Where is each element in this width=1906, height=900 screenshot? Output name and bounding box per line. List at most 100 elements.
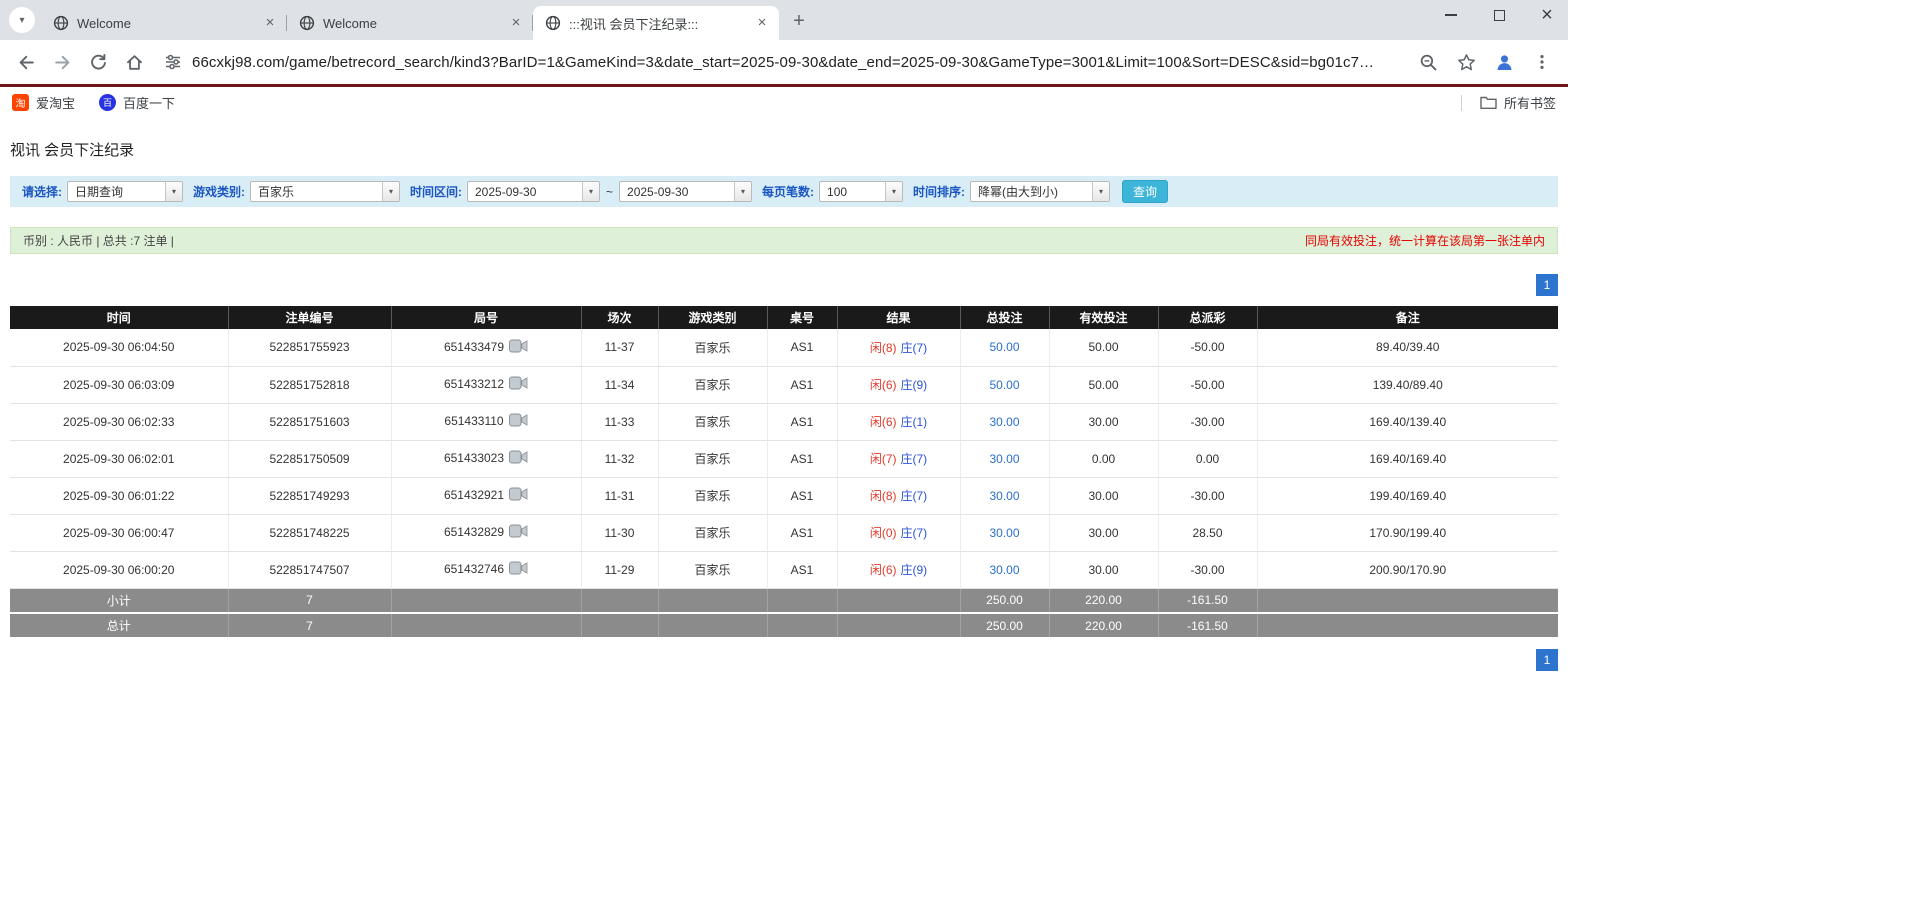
browser-menu-icon[interactable] — [1526, 46, 1558, 78]
cell-time: 2025-09-30 06:04:50 — [10, 329, 228, 366]
subtotal-valid-bet: 220.00 — [1049, 588, 1158, 613]
column-header-11: 备注 — [1257, 306, 1558, 329]
tab-bet-records[interactable]: :::视讯 会员下注纪录::: × — [533, 6, 779, 40]
home-button[interactable] — [118, 46, 150, 78]
cell-total-bet: 50.00 — [960, 329, 1049, 366]
total-bet-link[interactable]: 30.00 — [989, 415, 1019, 429]
cell-session: 11-34 — [581, 366, 658, 403]
zoom-icon[interactable] — [1412, 46, 1444, 78]
total-valid-bet: 220.00 — [1049, 613, 1158, 638]
result-player: 闲(6) — [870, 378, 897, 392]
cell-table-id: AS1 — [767, 514, 837, 551]
taobao-icon: 淘 — [12, 94, 29, 111]
new-tab-button[interactable]: + — [785, 7, 813, 35]
result-player: 闲(8) — [870, 489, 897, 503]
all-bookmarks-label: 所有书签 — [1504, 93, 1556, 112]
cell-game-type: 百家乐 — [658, 329, 767, 366]
video-replay-icon[interactable] — [509, 416, 528, 430]
cell-bet-id: 522851755923 — [228, 329, 391, 366]
cell-table-id: AS1 — [767, 477, 837, 514]
minimize-button[interactable] — [1442, 6, 1460, 24]
bookmarks-bar: 淘 爱淘宝 百 百度一下 所有书签 — [0, 87, 1568, 118]
page-1-button[interactable]: 1 — [1536, 649, 1558, 671]
cell-result: 闲(7)庄(7) — [837, 440, 960, 477]
video-replay-icon[interactable] — [509, 527, 528, 541]
total-count: 7 — [228, 613, 391, 638]
total-bet-link[interactable]: 30.00 — [989, 526, 1019, 540]
cell-round: 651433023 — [391, 440, 581, 477]
cell-total-bet: 30.00 — [960, 440, 1049, 477]
url-bar[interactable]: 66cxkj98.com/game/betrecord_search/kind3… — [154, 45, 1408, 79]
result-player: 闲(8) — [870, 341, 897, 355]
total-bet-link[interactable]: 30.00 — [989, 452, 1019, 466]
cell-session: 11-37 — [581, 329, 658, 366]
profile-avatar[interactable] — [1488, 46, 1520, 78]
tab-title: Welcome — [323, 16, 499, 31]
cell-game-type: 百家乐 — [658, 440, 767, 477]
cell-payout: -50.00 — [1158, 329, 1257, 366]
globe-icon — [545, 15, 561, 31]
site-settings-icon[interactable] — [164, 53, 182, 71]
page-size-select[interactable]: 100 ▾ — [819, 181, 903, 202]
chevron-down-icon: ▾ — [165, 182, 182, 201]
sort-order-select[interactable]: 降幂(由大到小) ▾ — [970, 181, 1110, 202]
total-bet-link[interactable]: 50.00 — [989, 340, 1019, 354]
result-player: 闲(7) — [870, 452, 897, 466]
cell-table-id: AS1 — [767, 403, 837, 440]
reload-button[interactable] — [82, 46, 114, 78]
close-window-button[interactable]: × — [1538, 6, 1556, 24]
video-replay-icon[interactable] — [509, 379, 528, 393]
result-banker: 庄(7) — [901, 489, 928, 503]
tab-close-icon[interactable]: × — [261, 14, 279, 32]
video-replay-icon[interactable] — [509, 490, 528, 504]
date-end-select[interactable]: 2025-09-30 ▾ — [619, 181, 752, 202]
cell-session: 11-33 — [581, 403, 658, 440]
cell-valid-bet: 50.00 — [1049, 329, 1158, 366]
video-replay-icon[interactable] — [509, 564, 528, 578]
tab-welcome-1[interactable]: Welcome × — [41, 6, 287, 40]
back-button[interactable] — [10, 46, 42, 78]
forward-button[interactable] — [46, 46, 78, 78]
total-bet-link[interactable]: 30.00 — [989, 563, 1019, 577]
tab-search-button[interactable]: ▾ — [9, 7, 35, 33]
maximize-button[interactable] — [1490, 6, 1508, 24]
cell-time: 2025-09-30 06:02:33 — [10, 403, 228, 440]
cell-payout: -50.00 — [1158, 366, 1257, 403]
page-1-button[interactable]: 1 — [1536, 274, 1558, 296]
toolbar-right-icons — [1412, 46, 1558, 78]
cell-valid-bet: 30.00 — [1049, 403, 1158, 440]
column-header-4: 场次 — [581, 306, 658, 329]
tab-welcome-2[interactable]: Welcome × — [287, 6, 533, 40]
column-header-7: 结果 — [837, 306, 960, 329]
bookmark-aitaobao[interactable]: 淘 爱淘宝 — [12, 93, 75, 112]
video-replay-icon[interactable] — [509, 453, 528, 467]
bookmark-baidu[interactable]: 百 百度一下 — [99, 93, 175, 112]
game-type-select[interactable]: 百家乐 ▾ — [250, 181, 400, 202]
cell-bet-id: 522851748225 — [228, 514, 391, 551]
tab-close-icon[interactable]: × — [507, 14, 525, 32]
table-row: 2025-09-30 06:01:22 522851749293 6514329… — [10, 477, 1558, 514]
total-bet-link[interactable]: 30.00 — [989, 489, 1019, 503]
url-text[interactable]: 66cxkj98.com/game/betrecord_search/kind3… — [192, 54, 1374, 71]
table-row: 2025-09-30 06:03:09 522851752818 6514332… — [10, 366, 1558, 403]
chevron-down-icon: ▾ — [382, 182, 399, 201]
column-header-5: 游戏类别 — [658, 306, 767, 329]
cell-table-id: AS1 — [767, 551, 837, 588]
date-start-select[interactable]: 2025-09-30 ▾ — [467, 181, 600, 202]
all-bookmarks-button[interactable]: 所有书签 — [1480, 93, 1556, 112]
query-type-select[interactable]: 日期查询 ▾ — [67, 181, 183, 202]
query-type-label: 请选择: — [22, 183, 62, 200]
tab-close-icon[interactable]: × — [753, 14, 771, 32]
result-banker: 庄(7) — [901, 341, 928, 355]
cell-round: 651432746 — [391, 551, 581, 588]
bet-records-table: 时间注单编号局号场次游戏类别桌号结果总投注有效投注总派彩备注 2025-09-3… — [10, 306, 1558, 639]
column-header-8: 总投注 — [960, 306, 1049, 329]
bookmark-label: 爱淘宝 — [36, 93, 75, 112]
search-button[interactable]: 查询 — [1122, 180, 1168, 203]
total-bet-link[interactable]: 50.00 — [989, 378, 1019, 392]
date-range-separator: ~ — [606, 185, 613, 199]
cell-bet-id: 522851751603 — [228, 403, 391, 440]
video-replay-icon[interactable] — [509, 342, 528, 356]
bookmark-star-icon[interactable] — [1450, 46, 1482, 78]
chevron-down-icon: ▾ — [1092, 182, 1109, 201]
